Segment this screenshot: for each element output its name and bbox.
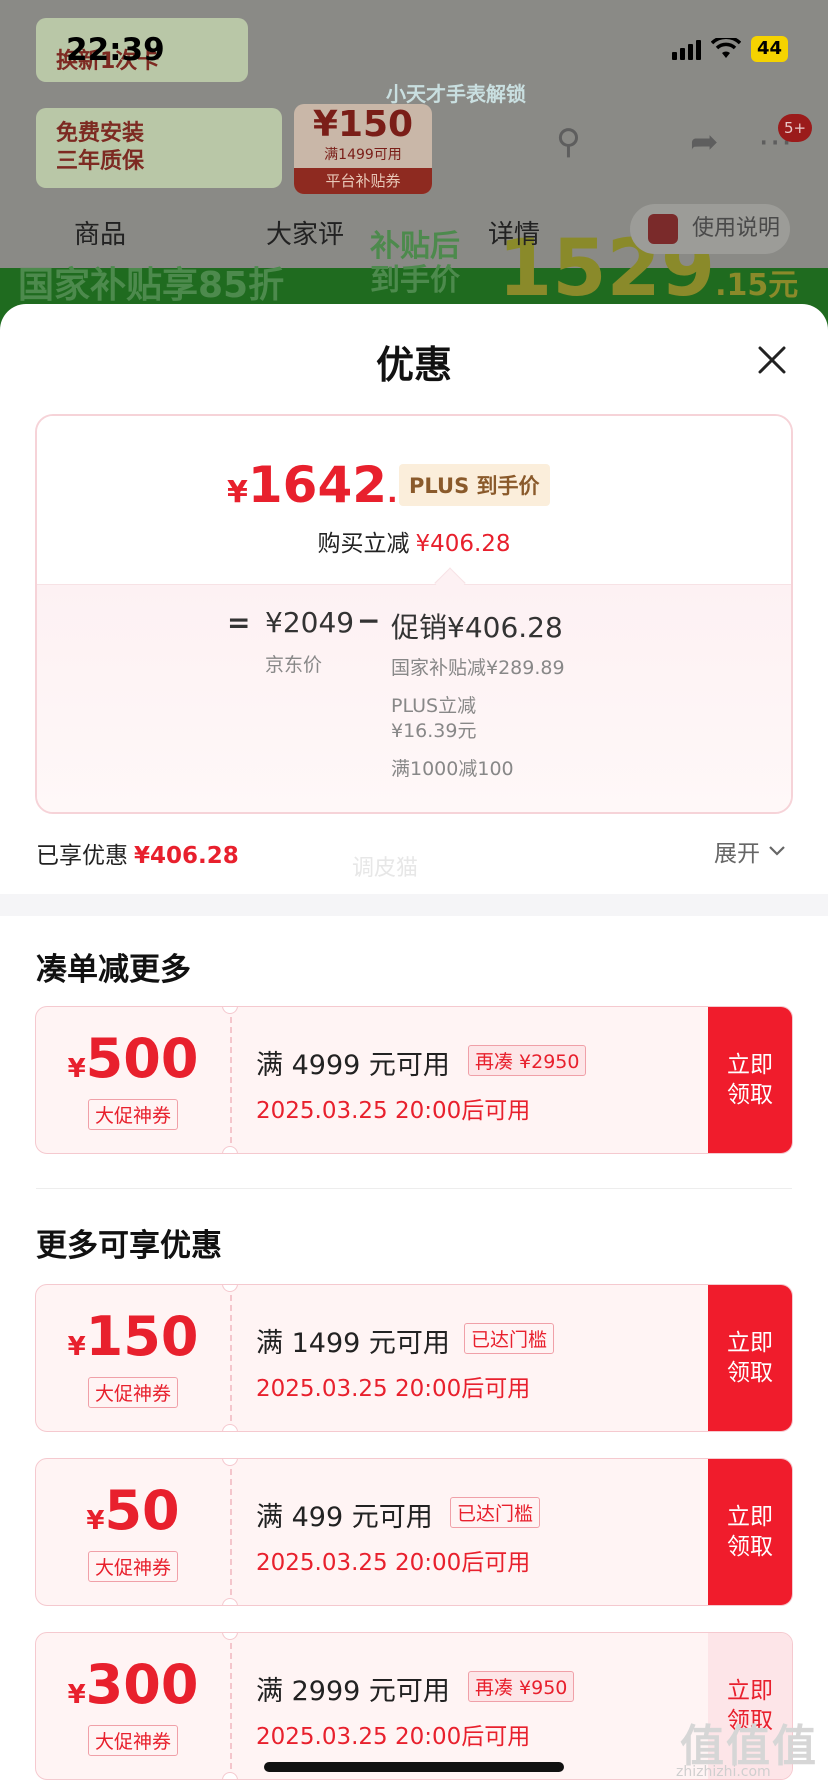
coupon-valid-date: 2025.03.25 20:00后可用 <box>256 1376 531 1402</box>
coupon-amount: ¥500 <box>67 1027 199 1090</box>
coupon-type-tag: 大促神券 <box>87 1725 179 1756</box>
coupon-type-tag: 大促神券 <box>87 1377 179 1408</box>
section-title-combine: 凑单减更多 <box>36 952 191 988</box>
coupon-threshold-tag: 已达门槛 <box>450 1497 541 1528</box>
coupon-valid-date: 2025.03.25 20:00后可用 <box>256 1550 531 1576</box>
coupon-amount: ¥150 <box>67 1305 199 1368</box>
section-separator <box>0 894 828 916</box>
claim-coupon-button[interactable]: 立即 领取 <box>708 1007 792 1153</box>
coupon-condition: 满 1499 元可用 <box>256 1328 450 1359</box>
divider <box>36 1188 792 1189</box>
coupon-threshold-tag: 已达门槛 <box>464 1323 555 1354</box>
guide-icon <box>648 214 678 244</box>
promo-item-plus: PLUS立减 <box>391 695 477 717</box>
equals-sign: = <box>227 606 251 639</box>
coupon-card: ¥150 大促神券 满 1499 元可用 已达门槛 2025.03.25 20:… <box>35 1284 793 1432</box>
usage-guide-button[interactable]: 使用说明 <box>630 204 790 254</box>
coupon-condition: 满 2999 元可用 <box>256 1676 450 1707</box>
share-icon[interactable]: ➦ <box>690 122 719 162</box>
coupon-gap-tag: 再凑 ¥2950 <box>468 1045 587 1076</box>
plus-price-tag: PLUS 到手价 <box>399 464 550 506</box>
corner-watermark-url: zhizhizhi.com <box>676 1764 771 1780</box>
minus-sign: − <box>357 604 381 637</box>
promo-item-threshold: 满1000减100 <box>391 758 514 780</box>
status-indicators: 44 <box>671 36 788 62</box>
promo-total: 促销¥406.28 <box>391 611 563 644</box>
coupon-card: ¥500 大促神券 满 4999 元可用 再凑 ¥2950 2025.03.25… <box>35 1006 793 1154</box>
buy-save-line: 购买立减 ¥406.28 <box>317 531 511 557</box>
tab-reviews[interactable]: 大家评 <box>266 214 344 251</box>
coupon-condition: 满 499 元可用 <box>256 1502 433 1533</box>
search-icon[interactable]: ⚲ <box>556 122 581 162</box>
battery-icon: 44 <box>750 36 788 62</box>
coupon-gap-tag: 再凑 ¥950 <box>468 1671 575 1702</box>
claim-coupon-button[interactable]: 立即 领取 <box>708 1459 792 1605</box>
coupon-type-tag: 大促神券 <box>87 1551 179 1582</box>
coupon-valid-date: 2025.03.25 20:00后可用 <box>256 1724 531 1750</box>
coupon-valid-date: 2025.03.25 20:00后可用 <box>256 1098 531 1124</box>
faint-watermark: 调皮猫 <box>352 856 419 881</box>
tab-details[interactable]: 详情 <box>488 214 540 251</box>
coupon-condition: 满 4999 元可用 <box>256 1050 450 1081</box>
status-time: 22:39 <box>66 32 165 68</box>
coupon-type-tag: 大促神券 <box>87 1099 179 1130</box>
tab-product[interactable]: 商品 <box>74 214 126 251</box>
promo-item-subsidy: 国家补贴减¥289.89 <box>391 657 565 679</box>
chevron-down-icon <box>769 846 785 856</box>
cart-badge: 5+ <box>778 114 812 142</box>
coupon-amount: ¥50 <box>86 1479 180 1542</box>
jd-price-label: 京东价 <box>265 654 323 676</box>
wifi-icon <box>710 38 741 58</box>
promo-item-plus-value: ¥16.39元 <box>391 720 477 742</box>
coupon-amount: ¥300 <box>67 1653 199 1716</box>
discount-sheet: 优惠 ¥1642.72 PLUS 到手价 购买立减¥406.28 = ¥2049… <box>0 304 828 1792</box>
expand-button[interactable]: 展开 <box>714 834 786 868</box>
price-summary-card: ¥1642.72 PLUS 到手价 购买立减¥406.28 = ¥2049 京东… <box>35 414 793 814</box>
coupon-card: ¥50 大促神券 满 499 元可用 已达门槛 2025.03.25 20:00… <box>35 1458 793 1606</box>
sheet-title: 优惠 <box>375 343 452 387</box>
section-title-more: 更多可享优惠 <box>36 1228 222 1264</box>
bg-promo-card-install: 免费安装 三年质保 <box>36 108 282 188</box>
bg-subsidy-text: 国家补贴享85折 <box>18 265 285 306</box>
jd-price: ¥2049 <box>265 606 355 639</box>
home-indicator[interactable] <box>264 1762 564 1772</box>
enjoyed-discount: 已享优惠 ¥406.28 <box>36 843 239 869</box>
claim-coupon-button[interactable]: 立即 领取 <box>708 1285 792 1431</box>
cellular-signal-icon <box>671 38 701 60</box>
close-icon[interactable] <box>752 340 792 380</box>
bg-watch-text: 小天才手表解锁 <box>386 82 526 106</box>
bg-platform-coupon: ¥150 满1499可用 平台补贴券 <box>294 104 432 194</box>
